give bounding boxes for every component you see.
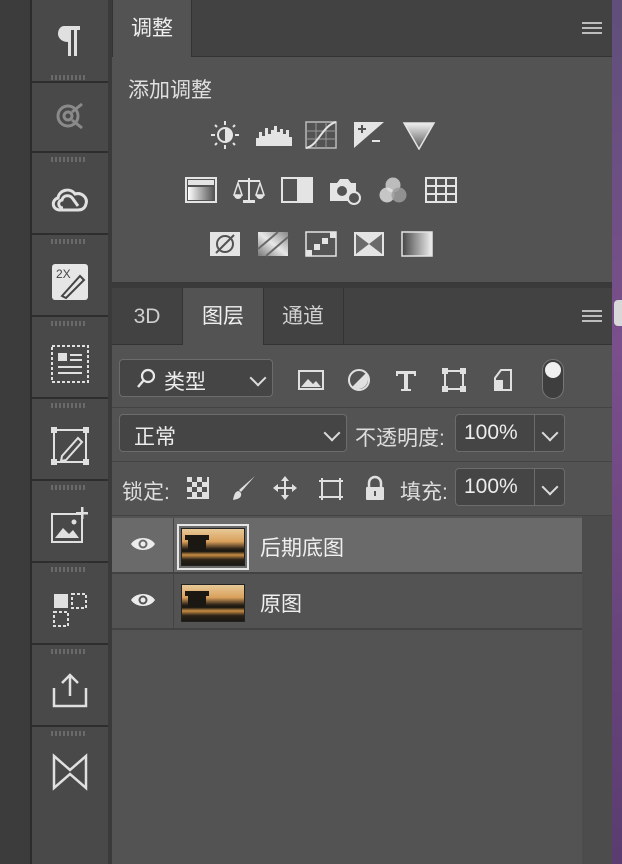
chevron-down-icon	[249, 369, 267, 387]
invert-icon[interactable]	[208, 229, 242, 259]
adjustment-layer-filter-icon[interactable]	[345, 366, 373, 394]
edit-shape-icon	[51, 427, 89, 465]
panel-grip[interactable]	[51, 157, 87, 162]
eye-icon[interactable]	[130, 591, 156, 609]
canvas-edge	[612, 0, 622, 864]
chevron-down-icon[interactable]	[541, 478, 559, 496]
blend-mode-dropdown[interactable]: 正常	[119, 414, 347, 452]
export-icon	[52, 673, 88, 708]
2x-edit-icon: 2X	[52, 264, 88, 300]
type-layer-filter-icon[interactable]	[392, 366, 420, 394]
layer-filter-dropdown[interactable]: 类型	[119, 359, 273, 397]
panel-toolbar: 2X	[31, 0, 109, 864]
threshold-icon[interactable]	[304, 229, 338, 259]
tab-3d[interactable]: 3D	[112, 288, 182, 345]
bowtie-tool[interactable]	[32, 726, 108, 804]
layout-list-tool[interactable]	[32, 316, 108, 399]
lock-transparent-pixels-icon[interactable]	[186, 476, 210, 500]
shape-layer-filter-icon[interactable]	[440, 366, 468, 394]
exposure-icon[interactable]	[352, 120, 386, 150]
blend-mode-value: 正常	[134, 426, 176, 449]
left-edge-strip	[0, 0, 32, 864]
bowtie-icon	[52, 753, 88, 791]
layer-name[interactable]: 后期底图	[260, 532, 344, 562]
panel-collapse-handle[interactable]	[614, 300, 622, 326]
filter-toggle[interactable]	[542, 359, 564, 399]
layer-row[interactable]: 后期底图	[112, 518, 582, 574]
2x-edit-tool[interactable]: 2X	[32, 234, 108, 317]
selective-color-icon[interactable]	[352, 229, 386, 259]
search-icon	[137, 368, 156, 388]
panel-grip[interactable]	[51, 485, 87, 490]
panel-grip[interactable]	[51, 731, 87, 736]
smart-object-filter-icon[interactable]	[489, 366, 517, 394]
filter-label: 类型	[164, 371, 206, 394]
opacity-value: 100%	[464, 421, 518, 444]
photo-filter-icon[interactable]	[328, 175, 362, 205]
adjustments-title: 添加调整	[128, 79, 212, 102]
lock-all-icon[interactable]	[361, 474, 389, 502]
panel-grip[interactable]	[51, 321, 87, 326]
add-image-icon	[51, 507, 88, 543]
layers-panel: 3D 图层 通道 类型 正常 不透明度: 100% 锁定: 填充: 100% 后…	[112, 288, 612, 864]
levels-icon[interactable]	[255, 120, 295, 150]
panel-grip[interactable]	[51, 649, 87, 654]
svg-text:2X: 2X	[56, 267, 71, 281]
brightness-icon[interactable]	[208, 120, 242, 150]
layout-list-icon	[51, 345, 89, 383]
color-lookup-icon[interactable]	[424, 175, 458, 205]
panel-menu-icon[interactable]	[582, 22, 602, 36]
black-white-icon[interactable]	[280, 175, 314, 205]
lock-image-pixels-icon[interactable]	[229, 474, 257, 502]
lock-label: 锁定:	[122, 481, 170, 504]
adjustments-panel: 调整 添加调整	[112, 0, 612, 284]
panel-grip[interactable]	[51, 75, 87, 80]
creative-cloud-icon	[51, 188, 88, 212]
toggle-knob	[545, 362, 561, 378]
posterize-icon[interactable]	[256, 229, 290, 259]
curves-icon[interactable]	[304, 120, 338, 150]
export-tool[interactable]	[32, 644, 108, 727]
layer-row[interactable]: 原图	[112, 574, 582, 630]
panel-menu-icon[interactable]	[582, 310, 602, 324]
panel-grip[interactable]	[51, 403, 87, 408]
color-balance-icon[interactable]	[232, 175, 266, 205]
layer-name[interactable]: 原图	[260, 588, 302, 618]
opacity-input[interactable]: 100%	[455, 414, 565, 452]
layer-thumbnail[interactable]	[181, 584, 245, 622]
panel-grip[interactable]	[51, 567, 87, 572]
channel-mixer-icon[interactable]	[376, 175, 410, 205]
opacity-label: 不透明度:	[355, 427, 445, 450]
vibrance-icon[interactable]	[184, 175, 218, 205]
gradient-map-icon[interactable]	[400, 229, 434, 259]
chevron-down-icon	[323, 424, 341, 442]
add-image-tool[interactable]	[32, 480, 108, 563]
layers-scrollbar[interactable]	[582, 516, 612, 864]
edit-shape-tool[interactable]	[32, 398, 108, 481]
fill-label: 填充:	[400, 481, 448, 504]
tab-layers[interactable]: 图层	[182, 288, 264, 345]
layer-thumbnail[interactable]	[177, 524, 249, 570]
pixel-layer-filter-icon[interactable]	[297, 366, 325, 394]
layers-tabbar: 3D 图层 通道	[112, 288, 612, 345]
eye-icon[interactable]	[130, 535, 156, 553]
select-blocks-icon	[53, 593, 87, 627]
paragraph-icon	[58, 26, 80, 56]
behance-icon	[56, 102, 83, 130]
fill-value: 100%	[464, 475, 518, 498]
lock-position-icon[interactable]	[271, 474, 299, 502]
lock-artboard-icon[interactable]	[317, 474, 345, 502]
select-blocks-tool[interactable]	[32, 562, 108, 645]
adjustments-tabbar: 调整	[112, 0, 612, 57]
panel-grip[interactable]	[51, 239, 87, 244]
chevron-down-icon[interactable]	[541, 424, 559, 442]
behance-tool[interactable]	[32, 70, 108, 153]
tab-channels[interactable]: 通道	[263, 288, 344, 345]
fill-input[interactable]: 100%	[455, 468, 565, 506]
creative-cloud-tool[interactable]	[32, 152, 108, 235]
gradient-map-triangle-icon[interactable]	[402, 120, 436, 150]
tab-adjustments[interactable]: 调整	[112, 0, 192, 57]
